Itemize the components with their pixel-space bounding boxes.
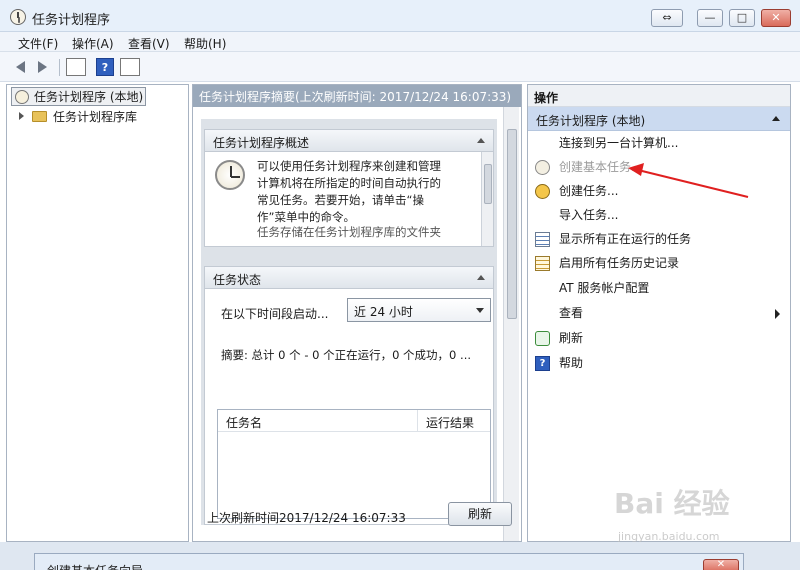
refresh-icon — [535, 331, 550, 346]
overview-text: 可以使用任务计划程序来创建和管理 计算机将在所指定的时间自动执行的 常见任务。若… — [205, 152, 493, 226]
time-range-select[interactable]: 近 24 小时 — [347, 298, 491, 322]
tree-item-root-label: 任务计划程序 (本地) — [34, 90, 144, 104]
action-create-basic-task[interactable]: 创建基本任务... — [528, 156, 790, 180]
task-status-section: 任务状态 在以下时间段启动... 近 24 小时 摘要: 总计 0 个 - 0 … — [204, 266, 494, 525]
status-summary: 摘要: 总计 0 个 - 0 个正在运行，0 个成功，0 ... — [221, 348, 471, 362]
last-refresh-text: 上次刷新时间2017/12/24 16:07:33 — [207, 511, 406, 525]
action-label: 导入任务... — [559, 208, 619, 222]
dialog-title: 创建基本任务向导 — [47, 562, 143, 570]
action-label: 创建任务... — [559, 184, 619, 198]
overview-section: 任务计划程序概述 可以使用任务计划程序来创建和管理 计算机将在所指定的时间自动执… — [204, 129, 494, 247]
folder-icon — [32, 110, 47, 122]
overview-scrollbar[interactable] — [481, 152, 493, 246]
expand-arrow-icon[interactable] — [19, 112, 24, 120]
toolbar: ? — [0, 52, 800, 82]
clock-icon — [535, 160, 550, 175]
dialog-close-button[interactable]: ✕ — [703, 559, 739, 570]
summary-scroll-area: 任务计划程序概述 可以使用任务计划程序来创建和管理 计算机将在所指定的时间自动执… — [201, 119, 497, 525]
summary-scroll-thumb[interactable] — [507, 129, 517, 319]
overview-title: 任务计划程序概述 — [213, 136, 310, 150]
task-scheduler-icon — [10, 9, 26, 25]
task-status-title: 任务状态 — [213, 273, 262, 287]
summary-header: 任务计划程序摘要(上次刷新时间: 2017/12/24 16:07:33) — [193, 85, 521, 107]
tree-item-library-label: 任务计划程序库 — [53, 109, 138, 124]
history-icon — [535, 256, 550, 271]
chevron-right-icon — [775, 309, 780, 319]
action-at-service-config[interactable]: AT 服务帐户配置 — [528, 277, 790, 301]
action-label: 连接到另一台计算机... — [559, 136, 679, 150]
overview-more-text: 任务存储在任务计划程序库的文件夹 — [257, 225, 441, 239]
forward-arrow-icon — [37, 61, 47, 73]
toolbar-separator — [59, 59, 60, 76]
back-arrow-icon — [15, 61, 25, 73]
overview-line: 常见任务。若要开始，请单击“操 — [257, 193, 424, 207]
action-show-running-tasks[interactable]: 显示所有正在运行的任务 — [528, 228, 790, 252]
show-hide-tree-button[interactable] — [66, 58, 86, 76]
menu-action[interactable]: 操作(A) — [68, 34, 118, 53]
column-header-run-result[interactable]: 运行结果 — [418, 410, 490, 432]
action-refresh[interactable]: 刷新 — [528, 327, 790, 351]
menu-help[interactable]: 帮助(H) — [180, 34, 230, 53]
tree-item-library[interactable]: 任务计划程序库 — [19, 107, 137, 125]
action-view[interactable]: 查看 — [528, 302, 790, 326]
task-status-header[interactable]: 任务状态 — [205, 267, 493, 289]
watermark-url: jingyan.baidu.com — [618, 530, 720, 543]
show-hide-action-pane-button[interactable] — [120, 58, 140, 76]
switch-window-button[interactable]: ⇔ — [651, 9, 683, 27]
action-label: 显示所有正在运行的任务 — [559, 232, 692, 246]
action-label: 创建基本任务... — [559, 160, 643, 174]
action-label: 查看 — [559, 306, 584, 320]
overview-line: 可以使用任务计划程序来创建和管理 — [257, 159, 441, 173]
action-help[interactable]: ? 帮助 — [528, 352, 790, 376]
actions-group-label: 任务计划程序 (本地) — [536, 114, 646, 128]
help-button[interactable]: ? — [96, 58, 114, 76]
help-icon: ? — [535, 356, 550, 371]
actions-pane: 操作 任务计划程序 (本地) 连接到另一台计算机... 创建基本任务... 创建… — [527, 84, 791, 542]
column-header-task-name[interactable]: 任务名 — [218, 410, 418, 432]
collapse-icon[interactable] — [772, 116, 780, 121]
tree-item-root[interactable]: 任务计划程序 (本地) — [11, 87, 146, 106]
actions-title: 操作 — [528, 85, 790, 107]
summary-pane: 任务计划程序摘要(上次刷新时间: 2017/12/24 16:07:33) 任务… — [192, 84, 522, 542]
actions-group-header[interactable]: 任务计划程序 (本地) — [528, 107, 790, 131]
action-label: AT 服务帐户配置 — [559, 281, 650, 295]
collapse-icon[interactable] — [477, 275, 485, 280]
action-enable-history[interactable]: 启用所有任务历史记录 — [528, 252, 790, 276]
summary-scrollbar[interactable] — [503, 107, 519, 541]
window-title: 任务计划程序 — [32, 13, 111, 28]
watermark-logo: Bai 经验 — [614, 487, 730, 520]
collapse-icon[interactable] — [477, 138, 485, 143]
navigation-tree: 任务计划程序 (本地) 任务计划程序库 — [6, 84, 189, 542]
watermark: Bai 经验 jingyan.baidu.com — [614, 482, 794, 552]
minimize-button[interactable]: — — [697, 9, 723, 27]
clock-icon — [215, 160, 245, 190]
maximize-button[interactable]: □ — [729, 9, 755, 27]
overview-section-header[interactable]: 任务计划程序概述 — [205, 130, 493, 152]
menu-view[interactable]: 查看(V) — [124, 34, 174, 53]
forward-button[interactable] — [32, 57, 52, 77]
task-icon — [535, 184, 550, 199]
time-range-label: 在以下时间段启动... — [221, 307, 329, 321]
list-icon — [535, 232, 550, 247]
chevron-down-icon — [476, 308, 484, 313]
task-scheduler-icon — [15, 90, 29, 104]
overview-line: 计算机将在所指定的时间自动执行的 — [257, 176, 441, 190]
menu-file[interactable]: 文件(F) — [14, 34, 62, 53]
action-connect-computer[interactable]: 连接到另一台计算机... — [528, 132, 790, 156]
back-button[interactable] — [10, 57, 30, 77]
action-import-task[interactable]: 导入任务... — [528, 204, 790, 228]
action-label: 帮助 — [559, 356, 584, 370]
title-bar: 任务计划程序 ⇔ — □ ✕ — [0, 0, 800, 32]
refresh-button[interactable]: 刷新 — [448, 502, 512, 526]
action-label: 刷新 — [559, 331, 584, 345]
menu-bar: 文件(F) 操作(A) 查看(V) 帮助(H) — [0, 32, 800, 52]
action-label: 启用所有任务历史记录 — [559, 256, 680, 270]
action-create-task[interactable]: 创建任务... — [528, 180, 790, 204]
close-button[interactable]: ✕ — [761, 9, 791, 27]
overview-scroll-thumb[interactable] — [484, 164, 492, 204]
time-range-value: 近 24 小时 — [354, 305, 413, 319]
basic-task-wizard-dialog[interactable]: 创建基本任务向导 ✕ — [34, 553, 744, 570]
